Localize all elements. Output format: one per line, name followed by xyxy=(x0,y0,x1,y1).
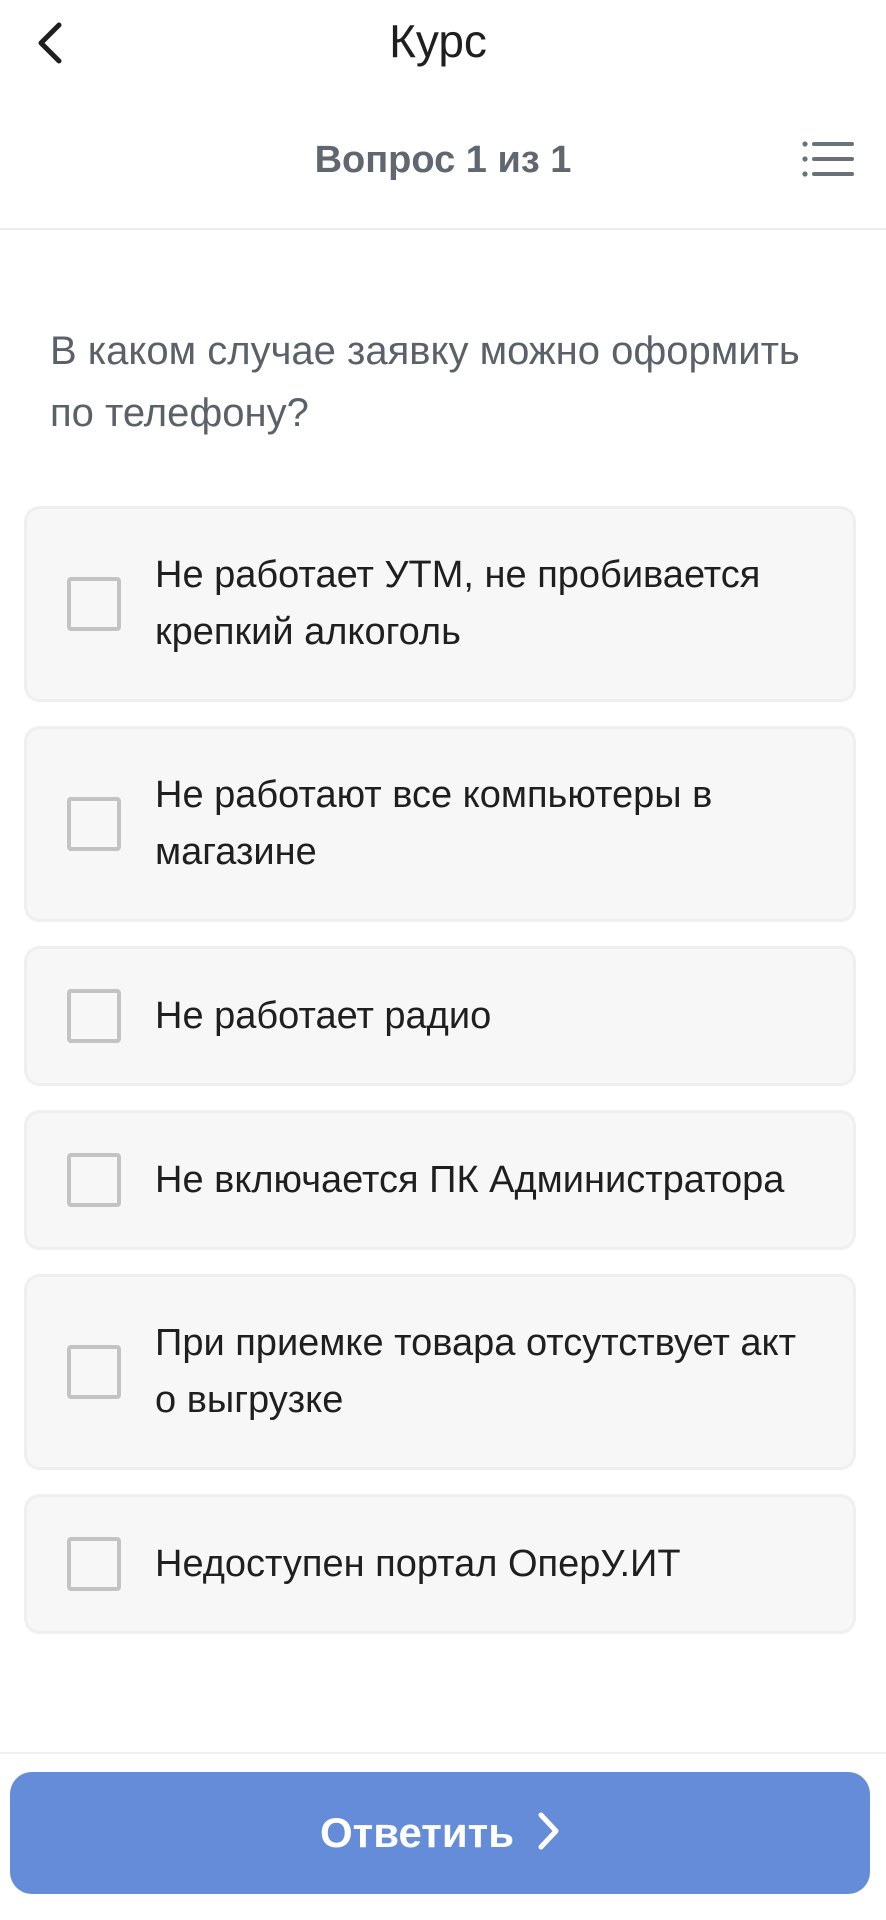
page-title: Курс xyxy=(389,15,487,67)
answer-label: Недоступен портал ОперУ.ИТ xyxy=(155,1542,681,1585)
answer-option[interactable]: При приемке товара отсутствует акт о выг… xyxy=(24,1274,856,1470)
question-counter: Вопрос 1 из 1 xyxy=(314,139,572,181)
submit-answer-button[interactable]: Ответить xyxy=(10,1772,870,1894)
answer-option[interactable]: Не включается ПК Администратора xyxy=(24,1110,856,1250)
chevron-right-icon xyxy=(536,1811,560,1856)
question-header: Вопрос 1 из 1 xyxy=(0,110,886,230)
answer-option[interactable]: Не работает радио xyxy=(24,946,856,1086)
question-list-button[interactable] xyxy=(800,136,856,186)
list-icon xyxy=(802,139,854,184)
answer-label: Не включается ПК Администратора xyxy=(155,1158,785,1201)
answer-checkbox[interactable] xyxy=(67,577,121,631)
answer-checkbox[interactable] xyxy=(67,989,121,1043)
answer-options: Не работает УТМ, не пробивается крепкий … xyxy=(24,506,856,1658)
answer-checkbox[interactable] xyxy=(67,797,121,851)
top-bar: Курс xyxy=(0,0,886,90)
answer-checkbox[interactable] xyxy=(67,1345,121,1399)
submit-label: Ответить xyxy=(319,1809,515,1856)
footer-divider xyxy=(0,1752,886,1754)
answer-checkbox[interactable] xyxy=(67,1153,121,1207)
answer-checkbox[interactable] xyxy=(67,1537,121,1591)
answer-option[interactable]: Не работает УТМ, не пробивается крепкий … xyxy=(24,506,856,702)
answer-option[interactable]: Недоступен портал ОперУ.ИТ xyxy=(24,1494,856,1634)
course-question-screen: Курс Вопрос 1 из 1 В каком случае заявку… xyxy=(0,0,886,1920)
question-text: В каком случае заявку можно оформить по … xyxy=(50,329,800,435)
answer-label: При приемке товара отсутствует акт о выг… xyxy=(155,1322,797,1421)
answer-label: Не работает УТМ, не пробивается крепкий … xyxy=(155,554,761,653)
answer-label: Не работают все компьютеры в магазине xyxy=(155,774,713,873)
answer-option[interactable]: Не работают все компьютеры в магазине xyxy=(24,726,856,922)
answer-label: Не работает радио xyxy=(155,994,492,1037)
